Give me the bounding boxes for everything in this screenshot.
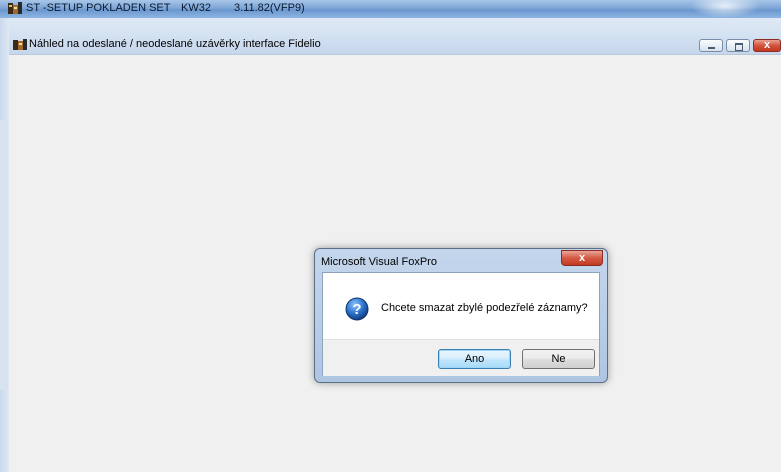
titlebar-glow <box>690 0 760 18</box>
minimize-icon <box>708 47 715 49</box>
maximize-icon <box>735 43 743 51</box>
dialog-button-bar: Ano Ne <box>323 339 599 376</box>
child-window: Náhled na odeslané / neodeslané uzávěrky… <box>9 18 781 472</box>
svg-text:?: ? <box>352 301 361 318</box>
child-window-titlebar[interactable]: Náhled na odeslané / neodeslané uzávěrky… <box>9 18 781 55</box>
app-title-station: KW32 <box>181 2 211 14</box>
close-icon: x <box>763 39 771 51</box>
mdi-left-border <box>0 18 9 472</box>
close-icon: x <box>578 252 586 264</box>
maximize-button[interactable] <box>726 39 750 52</box>
window-icon[interactable] <box>13 39 27 51</box>
message-dialog: Microsoft Visual FoxPro x ? Chcete smaza… <box>314 248 608 383</box>
close-button[interactable]: x <box>753 39 781 52</box>
app-icon[interactable] <box>8 2 22 15</box>
app-title-version: 3.11.82(VFP9) <box>234 2 305 14</box>
question-icon: ? <box>345 297 369 321</box>
dialog-body: ? Chcete smazat zbylé podezřelé záznamy?… <box>322 272 600 376</box>
minimize-button[interactable] <box>699 39 723 52</box>
app-titlebar[interactable]: ST -SETUP POKLADEN SET KW32 3.11.82(VFP9… <box>0 0 781 18</box>
scroll-region <box>0 120 8 390</box>
dialog-message: Chcete smazat zbylé podezřelé záznamy? <box>381 302 588 314</box>
dialog-title: Microsoft Visual FoxPro <box>321 256 437 268</box>
no-button[interactable]: Ne <box>522 349 595 369</box>
dialog-close-button[interactable]: x <box>561 250 603 266</box>
yes-button[interactable]: Ano <box>438 349 511 369</box>
app-title-name: ST -SETUP POKLADEN SET <box>26 2 171 14</box>
child-window-title: Náhled na odeslané / neodeslané uzávěrky… <box>29 38 321 50</box>
